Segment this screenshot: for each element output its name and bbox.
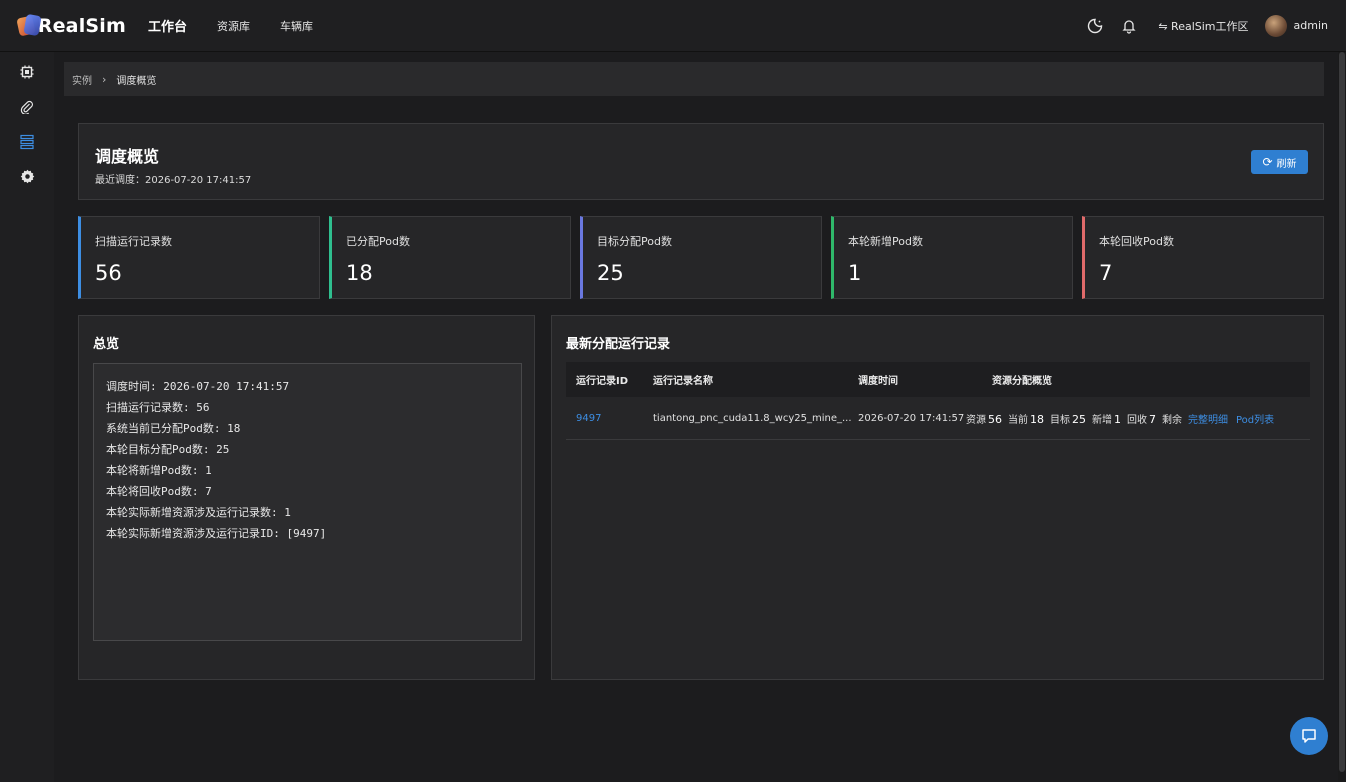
refresh-label: 刷新 [1276,158,1297,170]
refresh-button[interactable]: ⟳ 刷新 [1251,150,1308,174]
chevron-right-icon: › [102,72,107,86]
chat-button[interactable] [1290,717,1328,755]
sidebar-item-settings[interactable] [0,159,54,194]
last-schedule-time: 最近调度：2026-07-20 17:41:57 [95,175,252,186]
sidebar [0,52,54,782]
stat-card-target: 目标分配Pod数 25 [580,216,822,299]
scrollbar-thumb[interactable] [1339,52,1345,772]
stat-label: 目标分配Pod数 [597,235,672,248]
stat-label: 本轮新增Pod数 [848,235,923,248]
nav-resource-library[interactable]: 资源库 [217,18,250,34]
overview-line: 扫描运行记录数: 56 [106,401,210,414]
full-detail-link[interactable]: 完整明细 [1188,411,1228,426]
column-header: 运行记录ID [576,376,629,387]
list-icon [20,134,34,149]
overview-line: 本轮目标分配Pod数: 25 [106,443,230,456]
overview-line: 系统当前已分配Pod数: 18 [106,422,241,435]
breadcrumb: 实例 › 调度概览 [64,62,1324,96]
column-header: 资源分配概览 [992,376,1052,387]
overview-panel: 总览 调度时间: 2026-07-20 17:41:57 扫描运行记录数: 56… [78,315,535,680]
nav-workbench[interactable]: 工作台 [148,16,187,35]
stat-label: 扫描运行记录数 [95,235,172,248]
logo-text: RealSim [37,14,126,37]
overview-line: 调度时间: 2026-07-20 17:41:57 [106,380,290,393]
resource-summary: 资源 56 当前 18 目标 25 新增 1 回收 7 剩余 完整明细 Pod列表 [966,411,1310,426]
overview-line: 本轮将回收Pod数: 7 [106,485,212,498]
res-remaining: 剩余 [1162,414,1182,426]
top-bar: RealSim 工作台 资源库 车辆库 ⇋ RealSim工作区 admin [0,0,1346,52]
stat-card-recycled: 本轮回收Pod数 7 [1082,216,1324,299]
main-nav: 工作台 资源库 车辆库 [148,16,343,36]
res-total: 资源 56 [966,412,1002,426]
stat-card-new: 本轮新增Pod数 1 [831,216,1073,299]
res-added: 新增 1 [1092,412,1121,426]
record-id-link[interactable]: 9497 [566,413,653,424]
table-header: 运行记录ID 运行记录名称 调度时间 资源分配概览 [566,362,1310,397]
records-panel: 最新分配运行记录 运行记录ID 运行记录名称 调度时间 资源分配概览 9497 … [551,315,1324,680]
column-header: 运行记录名称 [653,376,713,387]
avatar[interactable] [1264,14,1287,37]
header-card: 调度概览 最近调度：2026-07-20 17:41:57 ⟳ 刷新 [78,123,1324,200]
chat-icon [1302,729,1316,743]
stat-value: 25 [597,261,624,285]
res-recycled: 回收 7 [1127,412,1156,426]
record-time: 2026-07-20 17:41:57 [858,412,965,424]
stat-card-scanned: 扫描运行记录数 56 [78,216,320,299]
stat-card-allocated: 已分配Pod数 18 [329,216,571,299]
sidebar-item-list[interactable] [0,124,54,159]
sidebar-item-chip[interactable] [0,54,54,89]
breadcrumb-item-current: 调度概览 [116,75,157,87]
page-title: 调度概览 [95,147,160,166]
stat-label: 已分配Pod数 [346,235,410,248]
top-right-tools: ⇋ RealSim工作区 admin [1086,14,1328,37]
paperclip-icon [20,100,33,114]
pod-list-link[interactable]: Pod列表 [1236,411,1274,426]
res-current: 当前 18 [1008,412,1044,426]
stat-value: 56 [95,261,122,285]
record-name: tiantong_pnc_cuda11.8_wcy25_mine_... [653,412,852,424]
theme-toggle-icon[interactable] [1086,17,1104,35]
overview-line: 本轮实际新增资源涉及运行记录ID: [9497] [106,527,327,540]
records-title: 最新分配运行记录 [566,337,671,352]
scrollbar[interactable] [1338,52,1346,782]
overview-title: 总览 [93,337,120,352]
logo[interactable]: RealSim [16,13,126,39]
overview-log: 调度时间: 2026-07-20 17:41:57 扫描运行记录数: 56 系统… [93,363,522,641]
sidebar-item-attachment[interactable] [0,89,54,124]
overview-line: 本轮实际新增资源涉及运行记录数: 1 [106,506,291,519]
workspace-switcher[interactable]: ⇋ RealSim工作区 [1158,18,1248,34]
user-name[interactable]: admin [1294,19,1328,32]
stat-value: 18 [346,261,373,285]
gear-icon [20,169,34,184]
nav-vehicle-library[interactable]: 车辆库 [280,18,313,34]
chip-icon [20,65,34,78]
overview-line: 本轮将新增Pod数: 1 [106,464,212,477]
logo-icon [16,13,42,39]
breadcrumb-item-instance[interactable]: 实例 [72,72,92,87]
column-header: 调度时间 [858,376,898,387]
refresh-icon: ⟳ [1262,155,1273,169]
res-target: 目标 25 [1050,412,1086,426]
stat-value: 7 [1099,261,1113,285]
bell-icon[interactable] [1120,17,1138,35]
stat-value: 1 [848,261,862,285]
table-row: 9497 tiantong_pnc_cuda11.8_wcy25_mine_..… [566,397,1310,440]
stat-label: 本轮回收Pod数 [1099,235,1174,248]
